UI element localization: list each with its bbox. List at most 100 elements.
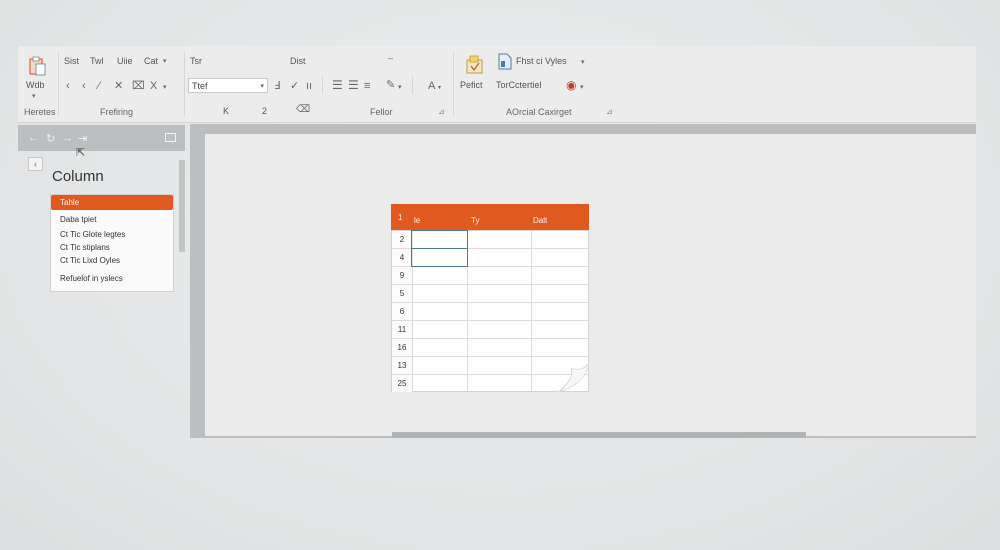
active-cell[interactable] [411,230,468,249]
group-label-font: Frefiring [100,107,134,117]
paste-label[interactable]: Wdb [26,80,45,90]
format-painter-icon[interactable]: ⌧ [132,81,145,92]
ribbon-separator [453,52,454,116]
chevron-down-icon[interactable]: ▾ [32,91,36,102]
align-left-icon[interactable]: ☰ [332,79,343,91]
panel-item[interactable]: Ct Tic Glote legtes [60,230,125,239]
strikethrough-icon[interactable]: ✕ [114,81,123,92]
table-row[interactable]: 9 [392,267,588,285]
second-row-label-k: K [223,106,230,116]
page-curl-icon [557,362,590,393]
pin-icon[interactable]: ⇥ [78,132,87,145]
row-number: 25 [392,375,413,392]
table-row[interactable]: 6 [392,303,588,321]
chevron-down-icon[interactable]: ▾ [581,57,585,68]
dialog-launcher-icon[interactable]: ⊿ [438,107,445,116]
header-cell[interactable]: le [414,216,420,225]
menu-item-torcctertiel[interactable]: TorCctertiel [496,80,542,90]
horizontal-scrollbar[interactable] [392,432,806,438]
column-divider [531,230,532,392]
row-number: 2 [392,231,413,248]
panel-item-selected[interactable]: Tahle [51,195,173,210]
font-name-value: Ttef [192,81,208,91]
chevron-down-icon[interactable]: ▾ [580,82,584,93]
checkmark-icon[interactable]: ✓ [290,81,299,92]
chevron-down-icon[interactable]: ▾ [163,82,167,93]
chevron-down-icon: ▾ [260,83,264,90]
wrap-icon[interactable]: ıı [306,81,312,92]
ribbon-group-styles: Fhst ci Vyles ▾ Pefict TorCctertiel ◉ ▾ … [456,46,616,122]
ribbon-group-font: Sist Twl Uiie Cat ▾ ‹ ‹ ⁄ ✕ ⌧ X ▾ Frefir… [60,46,180,122]
document-canvas [205,134,976,436]
row-number: 11 [392,321,413,338]
align-center-icon[interactable]: ☰ [348,79,359,91]
forward-arrow-icon[interactable]: → [62,132,73,144]
ribbon-separator [58,52,59,116]
group-label-paragraph: Fellor [370,107,393,117]
dialog-launcher-icon[interactable]: ⊿ [606,107,613,116]
menu-item-fhst-ci-vyles[interactable]: Fhst ci Vyles [516,56,567,66]
pen-icon[interactable]: ✎ [386,80,395,91]
row-number: 5 [392,285,413,302]
target-icon[interactable]: ◉ [566,79,576,91]
header-cell[interactable]: Ty [471,216,479,225]
header-cell[interactable]: Dalt [533,216,547,225]
text-size-icon[interactable]: A [428,81,435,92]
collapse-panel-button[interactable]: ‹ [28,157,43,171]
row-number: 4 [392,249,413,266]
ribbon: Wdb ▾ Heretes Sist Twl Uiie Cat ▾ ‹ ‹ ⁄ … [18,46,976,123]
second-row-label-2: 2 [262,106,268,116]
minimize-icon[interactable]: – [388,53,393,64]
indent-icon[interactable]: ≡ [364,81,370,92]
panel-title: Column [52,168,104,185]
clear-icon[interactable]: X [150,81,157,92]
menu-item-cat[interactable]: Cat [144,56,158,66]
group-label-styles: AOrcial Caxirget [506,107,572,117]
format-table-icon[interactable] [498,53,512,70]
table-row[interactable]: 11 [392,321,588,339]
panel-item[interactable]: Daba tpiet [60,215,96,224]
panel-item[interactable]: Ct Tic Lixd Oyles [60,256,120,265]
paste-icon[interactable] [28,56,46,76]
mouse-cursor-icon: ⇱ [76,147,86,159]
back-arrow-icon[interactable]: ← [28,132,39,144]
panel-close-icon[interactable] [165,133,176,142]
conditional-format-icon[interactable] [466,55,484,75]
menu-item-uiie[interactable]: Uiie [117,56,133,66]
chevron-down-icon[interactable]: ▾ [438,83,441,94]
refresh-icon[interactable]: ↻ [46,132,55,145]
undo-icon[interactable]: ‹ [66,81,70,92]
panel-scrollbar[interactable] [179,160,185,252]
menu-item-tsr[interactable]: Tsr [190,56,202,66]
table-row[interactable]: 16 [392,339,588,357]
table-header: 1 le Ty Dalt [391,204,589,230]
row-number: 6 [392,303,413,320]
ribbon-group-paragraph: Tsr Dist – Ttef ▾ Ⅎ ✓ ıı ☰ ☰ ≡ ✎ ▾ A ▾ K… [186,46,450,122]
redo-icon[interactable]: ‹ [82,81,86,92]
chevron-down-icon[interactable]: ▾ [398,82,402,93]
selected-cell[interactable] [411,248,468,267]
font-name-dropdown[interactable]: Ttef ▾ [188,78,268,93]
row-number: 16 [392,339,413,356]
panel-item[interactable]: Refuelof in yslecs [60,274,123,283]
panel-toolbar: ← ↻ → ⇥ [18,125,185,151]
chevron-down-icon[interactable]: ▾ [163,56,167,67]
header-cell[interactable]: 1 [398,213,402,222]
ribbon-separator [322,76,323,94]
italic-icon[interactable]: ⁄ [98,81,100,92]
ribbon-separator [184,52,185,116]
row-number: 9 [392,267,413,284]
menu-item-twl[interactable]: Twl [90,56,104,66]
table-row[interactable]: 5 [392,285,588,303]
eraser-icon[interactable]: ⌫ [296,104,310,115]
panel-item[interactable]: Ct Tic stiplans [60,243,110,252]
row-number: 13 [392,357,413,374]
ribbon-group-clipboard: Wdb ▾ Heretes [18,46,58,122]
panel-list: Tahle Daba tpiet Ct Tic Glote legtes Ct … [50,194,174,292]
group-label-clipboard: Heretes [24,107,56,117]
font-size-icon[interactable]: Ⅎ [274,81,280,92]
ribbon-separator [412,76,413,94]
menu-item-dist[interactable]: Dist [290,56,306,66]
menu-item-pefict[interactable]: Pefict [460,80,483,90]
menu-item-sist[interactable]: Sist [64,56,79,66]
